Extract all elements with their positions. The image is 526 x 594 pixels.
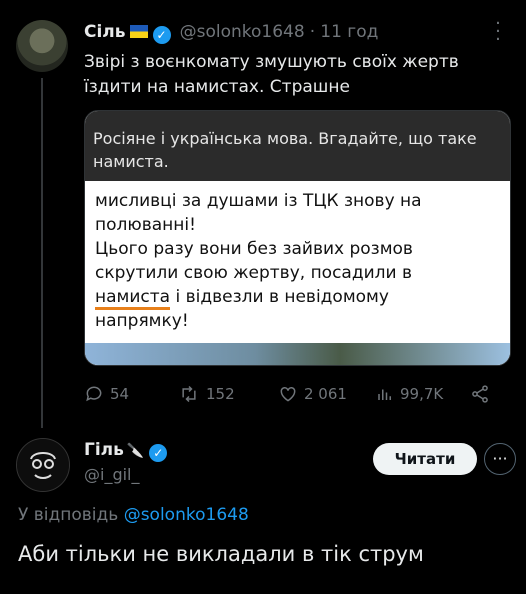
more-options-icon[interactable]: ··· xyxy=(484,443,516,475)
handle[interactable]: @i_gil_ xyxy=(84,465,140,484)
retweet-count: 152 xyxy=(206,385,235,403)
reply-button[interactable]: 54 xyxy=(84,384,129,404)
reply-icon xyxy=(86,386,102,402)
separator: · xyxy=(309,22,316,42)
reply-count: 54 xyxy=(110,385,130,403)
share-icon xyxy=(472,385,488,403)
thread-connector-line xyxy=(41,78,43,428)
follow-button[interactable]: Читати xyxy=(373,443,477,475)
media-header-line: намиста. xyxy=(93,152,169,171)
share-button[interactable] xyxy=(470,384,490,404)
media-body-line: намиста і відвезли в невідомому xyxy=(95,285,500,310)
heart-icon xyxy=(280,386,296,402)
tweet2-text: Аби тільки не викладали в тік струм xyxy=(18,542,424,566)
like-button[interactable]: 2 061 xyxy=(278,384,347,404)
tweet-text-line: Звірі з воєнкомату змушують своїх жертв xyxy=(84,52,459,72)
views-chart-icon xyxy=(378,389,391,400)
retweet-icon xyxy=(182,385,196,403)
media-header-line: Росіяне і українська мова. Вгадайте, що … xyxy=(93,129,477,148)
display-name[interactable]: Сіль xyxy=(84,22,126,42)
avatar[interactable] xyxy=(16,20,68,72)
reply-to-link[interactable]: @solonko1648 xyxy=(124,505,249,525)
like-count: 2 061 xyxy=(304,385,347,403)
verified-badge-icon: ✓ xyxy=(149,444,168,462)
media-body-line: полюванні! xyxy=(95,215,196,235)
ukraine-flag-icon xyxy=(129,25,148,38)
tweet-media-image[interactable]: Росіяне і українська мова. Вгадайте, що … xyxy=(84,110,511,366)
underlined-word: намиста xyxy=(95,287,171,310)
tweet-text: Звірі з воєнкомату змушують своїх жертв … xyxy=(84,50,514,100)
avatar-portrait-icon xyxy=(17,439,69,491)
media-body-line: мисливці за душами із ТЦК знову на xyxy=(95,191,422,211)
media-body-line-rest: і відвезли в невідомому xyxy=(170,287,389,307)
media-photo-strip xyxy=(85,343,510,365)
reply-context: У відповідь @solonko1648 xyxy=(18,505,249,525)
media-body-line: напрямку! xyxy=(95,311,189,331)
tweet2-header: Гіль 🔪 ✓ xyxy=(84,440,168,462)
media-body-text: мисливці за душами із ТЦК знову на полюв… xyxy=(95,189,500,333)
reply-prefix: У відповідь xyxy=(18,505,119,525)
tweet-action-bar: 54 152 2 061 99,7K xyxy=(84,384,504,406)
views-button[interactable]: 99,7K xyxy=(376,384,443,404)
handle[interactable]: @solonko1648 xyxy=(180,22,305,42)
media-header-text: Росіяне і українська мова. Вгадайте, що … xyxy=(93,127,503,173)
media-body-line: Цього разу вони без зайвих розмов xyxy=(95,239,413,259)
knife-emoji-icon: 🔪 xyxy=(126,443,145,459)
media-body-line: скрутили свою жертву, посадили в xyxy=(95,263,412,283)
retweet-button[interactable]: 152 xyxy=(178,384,235,404)
display-name[interactable]: Гіль xyxy=(84,440,124,460)
media-header-band: Росіяне і українська мова. Вгадайте, що … xyxy=(85,111,510,181)
tweet-header: Сіль ✓ @solonko1648 · 11 год xyxy=(84,22,484,48)
view-count: 99,7K xyxy=(400,385,444,403)
timestamp[interactable]: 11 год xyxy=(320,22,378,42)
verified-badge-icon: ✓ xyxy=(152,26,171,44)
tweet-text-line: їздити на намистах. Страшне xyxy=(84,77,350,97)
avatar[interactable] xyxy=(16,438,70,492)
more-options-icon[interactable]: ··· xyxy=(493,15,503,49)
